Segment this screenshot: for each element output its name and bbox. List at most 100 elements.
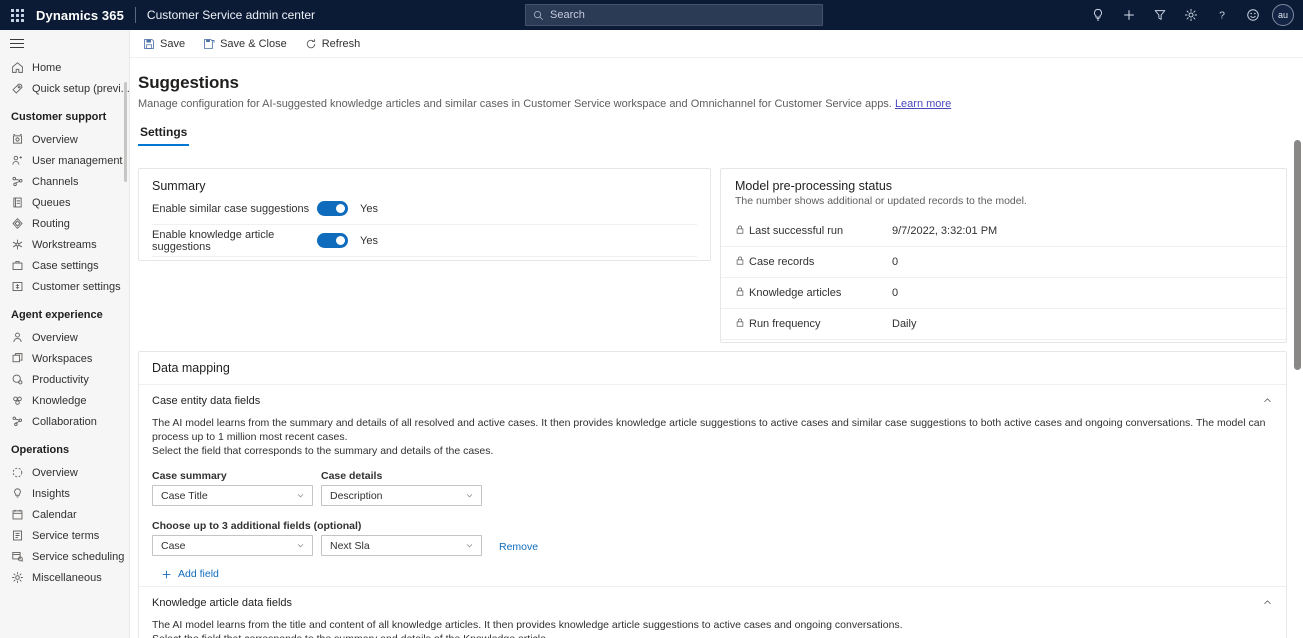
chevron-up-icon[interactable] <box>1262 395 1273 406</box>
refresh-label: Refresh <box>322 38 361 50</box>
chevron-down-icon <box>296 541 305 550</box>
additional-field-1-select[interactable]: Case <box>152 535 313 556</box>
home-icon <box>11 61 24 74</box>
refresh-button[interactable]: Refresh <box>297 31 369 57</box>
sidebar-item-label: Channels <box>32 176 78 188</box>
knowledge-article-description-1: The AI model learns from the title and c… <box>152 618 1273 632</box>
lightbulb-button[interactable] <box>1082 0 1113 30</box>
case-summary-label: Case summary <box>152 470 313 482</box>
knowledge-icon <box>11 394 24 407</box>
calendar-icon <box>11 508 24 521</box>
summary-toggle-row: Enable similar case suggestions Yes <box>152 193 697 225</box>
additional-field-1-value: Case <box>161 540 186 552</box>
model-status-subtitle: The number shows additional or updated r… <box>735 195 1272 207</box>
sidebar-item-label: Quick setup (previ... <box>32 83 129 95</box>
insights-icon <box>11 487 24 500</box>
save-button[interactable]: Save <box>135 31 193 57</box>
save-and-close-button[interactable]: Save & Close <box>195 31 295 57</box>
learn-more-link[interactable]: Learn more <box>895 98 951 110</box>
knowledge-article-section-header[interactable]: Knowledge article data fields <box>152 587 1273 618</box>
sidebar-item-quick-setup-previ[interactable]: Quick setup (previ... <box>0 78 129 99</box>
sidebar-item-calendar[interactable]: Calendar <box>0 504 129 525</box>
knowledge-icon <box>11 394 24 407</box>
brand-title[interactable]: Dynamics 365 <box>34 8 124 23</box>
search-icon <box>533 10 544 21</box>
model-status-value: 9/7/2022, 3:32:01 PM <box>892 225 997 237</box>
brand-divider <box>135 7 136 23</box>
case-entity-section-header[interactable]: Case entity data fields <box>152 385 1273 416</box>
sidebar-group-title: Operations <box>0 432 129 462</box>
plus-icon <box>1122 8 1136 22</box>
smiley-icon <box>1246 8 1260 22</box>
sidebar-item-label: Overview <box>32 332 78 344</box>
sidebar-scrollbar[interactable] <box>124 82 127 182</box>
person-icon <box>11 331 24 344</box>
sidebar-item-label: Queues <box>32 197 71 209</box>
model-status-value: Daily <box>892 318 916 330</box>
summary-toggle-row: Enable knowledge article suggestions Yes <box>152 225 697 257</box>
sidebar-item-service-scheduling[interactable]: Service scheduling <box>0 546 129 567</box>
chevron-up-icon[interactable] <box>1262 597 1273 608</box>
sidebar-primary-items: Home Quick setup (previ... <box>0 57 129 99</box>
sidebar-item-customer-settings[interactable]: Customer settings <box>0 276 129 297</box>
sidebar-item-workstreams[interactable]: Workstreams <box>0 234 129 255</box>
search-input[interactable]: Search <box>525 4 823 26</box>
data-mapping-card: Data mapping Case entity data fields The… <box>138 351 1287 638</box>
rocket-icon <box>11 82 24 95</box>
add-field-button[interactable]: Add field <box>152 568 1273 580</box>
workspaces-icon <box>11 352 24 365</box>
card-icon <box>11 280 24 293</box>
avatar[interactable]: au <box>1272 4 1294 26</box>
remove-field-button[interactable]: Remove <box>499 541 538 556</box>
summary-toggle-switch[interactable] <box>317 201 348 216</box>
lock-icon-wrap <box>735 255 749 269</box>
sidebar-item-queues[interactable]: Queues <box>0 192 129 213</box>
sidebar-toggle-button[interactable] <box>0 30 129 57</box>
tab-list: Settings <box>130 125 1303 146</box>
sidebar-item-channels[interactable]: Channels <box>0 171 129 192</box>
sidebar-item-overview[interactable]: Overview <box>0 327 129 348</box>
additional-field-2-value: Next Sla <box>330 540 370 552</box>
productivity-icon <box>11 373 24 386</box>
knowledge-article-section: Knowledge article data fields The AI mod… <box>139 587 1286 638</box>
sidebar-item-label: Miscellaneous <box>32 572 102 584</box>
sidebar-item-service-terms[interactable]: Service terms <box>0 525 129 546</box>
sidebar-item-productivity[interactable]: Productivity <box>0 369 129 390</box>
sidebar-item-label: Calendar <box>32 509 77 521</box>
case-details-value: Description <box>330 490 383 502</box>
sidebar-item-workspaces[interactable]: Workspaces <box>0 348 129 369</box>
summary-toggle-switch[interactable] <box>317 233 348 248</box>
sidebar-item-knowledge[interactable]: Knowledge <box>0 390 129 411</box>
case-summary-select[interactable]: Case Title <box>152 485 313 506</box>
additional-field-2-select[interactable]: Next Sla <box>321 535 482 556</box>
app-launcher-button[interactable] <box>0 0 34 30</box>
sidebar-item-user-management[interactable]: User management <box>0 150 129 171</box>
feedback-button[interactable] <box>1237 0 1268 30</box>
sidebar-item-routing[interactable]: Routing <box>0 213 129 234</box>
sidebar-item-case-settings[interactable]: Case settings <box>0 255 129 276</box>
lightbulb-icon <box>1091 8 1105 22</box>
help-button[interactable]: ? <box>1206 0 1237 30</box>
sidebar-item-miscellaneous[interactable]: Miscellaneous <box>0 567 129 588</box>
svg-text:?: ? <box>1219 10 1225 22</box>
settings-button[interactable] <box>1175 0 1206 30</box>
sidebar-item-overview[interactable]: Overview <box>0 129 129 150</box>
lock-icon-wrap <box>735 286 749 300</box>
sidebar-item-insights[interactable]: Insights <box>0 483 129 504</box>
service-terms-icon <box>11 529 24 542</box>
sidebar-item-label: User management <box>32 155 123 167</box>
workstreams-icon <box>11 238 24 251</box>
main-scrollbar[interactable] <box>1294 140 1301 370</box>
tab-settings[interactable]: Settings <box>138 125 189 146</box>
sidebar-item-collaboration[interactable]: Collaboration <box>0 411 129 432</box>
briefcase-icon <box>11 259 24 272</box>
refresh-icon <box>305 38 317 50</box>
sidebar-item-overview[interactable]: Overview <box>0 462 129 483</box>
filter-button[interactable] <box>1144 0 1175 30</box>
case-entity-description-1: The AI model learns from the summary and… <box>152 416 1273 444</box>
case-details-label: Case details <box>321 470 482 482</box>
sidebar-item-home[interactable]: Home <box>0 57 129 78</box>
add-button[interactable] <box>1113 0 1144 30</box>
case-details-select[interactable]: Description <box>321 485 482 506</box>
waffle-icon <box>11 9 24 22</box>
